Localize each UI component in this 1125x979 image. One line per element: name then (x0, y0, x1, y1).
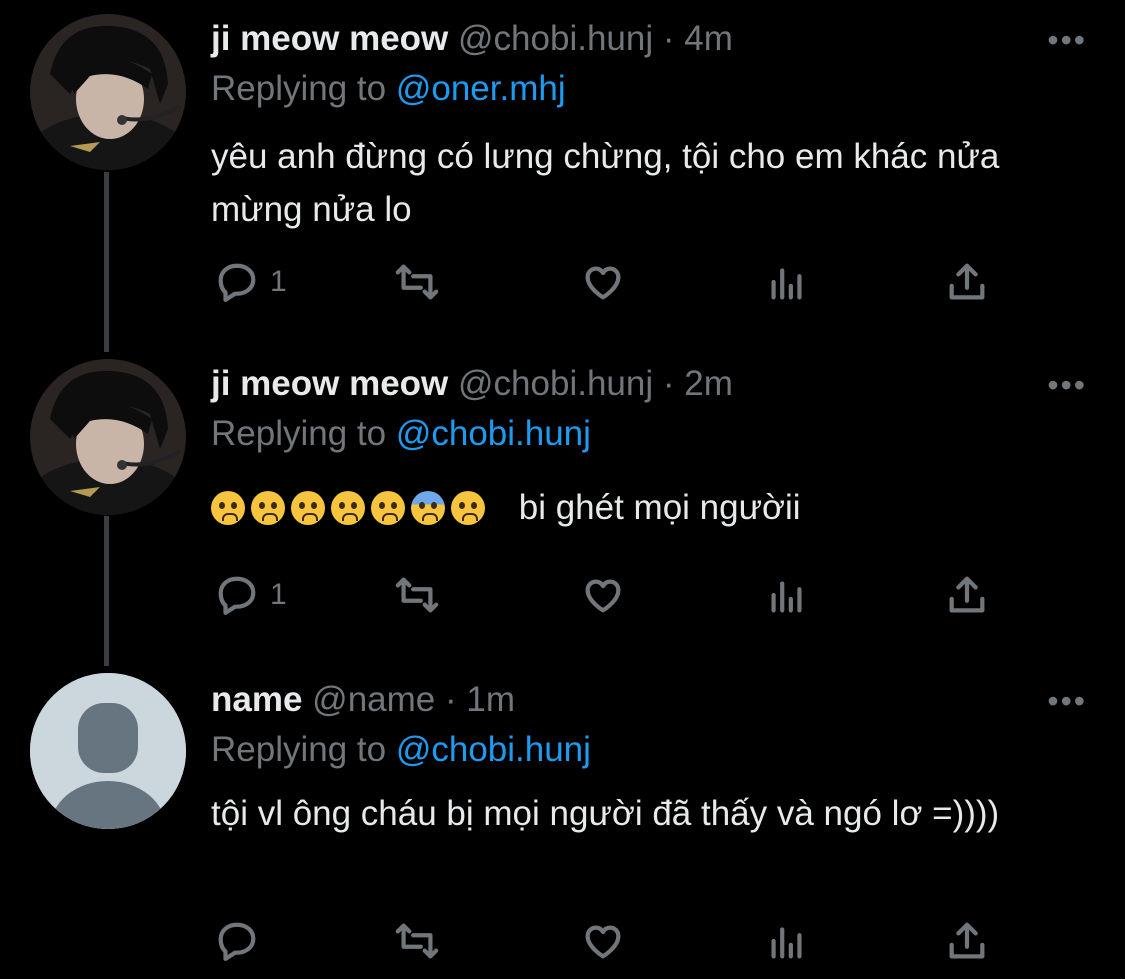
reply-button[interactable] (214, 917, 260, 965)
pleading-face-icon (251, 491, 285, 525)
replying-to-mention[interactable]: @chobi.hunj (396, 414, 591, 453)
separator-dot: · (662, 19, 675, 58)
share-icon (949, 922, 985, 959)
action-bar: 1 (214, 571, 1004, 619)
replying-to-mention[interactable]: @oner.mhj (396, 69, 566, 108)
default-avatar[interactable] (30, 673, 186, 829)
retweet-button[interactable] (394, 571, 440, 619)
tweet-text-row: bi ghét mọi ngườii (211, 481, 1091, 534)
tweet[interactable]: name @name · 1m ••• Replying to @chobi.h… (0, 665, 1125, 979)
separator-dot: · (445, 680, 457, 719)
reply-icon (218, 576, 256, 615)
display-name[interactable]: name (211, 680, 302, 719)
analytics-button[interactable] (764, 571, 810, 619)
reply-count: 1 (270, 578, 287, 611)
retweet-button[interactable] (394, 917, 440, 965)
display-name[interactable]: ji meow meow (211, 364, 448, 403)
action-bar: 1 (214, 258, 1004, 306)
retweet-icon (395, 577, 439, 613)
action-bar (214, 917, 1004, 965)
tweet-header: name @name · 1m (211, 679, 515, 721)
replying-to: Replying to @oner.mhj (211, 68, 566, 110)
tweet[interactable]: ji meow meow @chobi.hunj · 2m ••• Replyi… (0, 345, 1125, 665)
heart-icon (585, 579, 621, 613)
share-button[interactable] (944, 571, 990, 619)
reply-button[interactable]: 1 (214, 258, 287, 306)
timestamp[interactable]: 1m (466, 680, 515, 719)
analytics-button[interactable] (764, 917, 810, 965)
tweet-header: ji meow meow @chobi.hunj · 2m (211, 363, 733, 405)
timestamp[interactable]: 2m (684, 364, 733, 403)
timestamp[interactable]: 4m (684, 19, 733, 58)
display-name[interactable]: ji meow meow (211, 19, 448, 58)
replying-to-label: Replying to (211, 730, 396, 769)
like-button[interactable] (580, 917, 626, 965)
user-handle[interactable]: @chobi.hunj (458, 364, 653, 403)
share-button[interactable] (944, 258, 990, 306)
tweet-header: ji meow meow @chobi.hunj · 4m (211, 18, 733, 60)
share-icon (949, 263, 985, 300)
analytics-button[interactable] (764, 258, 810, 306)
disappointed-relieved-face-icon (371, 491, 405, 525)
tweet-text: bi ghét mọi ngườii (518, 488, 801, 527)
reply-icon (218, 922, 256, 961)
replying-to-label: Replying to (211, 414, 396, 453)
sad-tear-face-icon (331, 491, 365, 525)
reply-button[interactable]: 1 (214, 571, 287, 619)
crying-face-icon (291, 491, 325, 525)
separator-dot: · (662, 364, 675, 403)
replying-to-mention[interactable]: @chobi.hunj (396, 730, 591, 769)
replying-to-label: Replying to (211, 69, 396, 108)
avatar[interactable] (30, 359, 186, 515)
retweet-button[interactable] (394, 258, 440, 306)
user-handle[interactable]: @name (312, 680, 435, 719)
retweet-icon (395, 923, 439, 959)
pleading-face-icon (211, 491, 245, 525)
tweet-text: tội vl ông cháu bị mọi người đã thấy và … (211, 794, 1000, 833)
replying-to: Replying to @chobi.hunj (211, 413, 591, 455)
replying-to: Replying to @chobi.hunj (211, 729, 591, 771)
heart-icon (585, 925, 621, 959)
emoji-row (211, 488, 501, 527)
more-options-icon[interactable]: ••• (1047, 685, 1087, 717)
loudly-crying-face-icon (451, 491, 485, 525)
tweet[interactable]: ji meow meow @chobi.hunj · 4m ••• Replyi… (0, 0, 1125, 345)
heart-icon (585, 266, 621, 300)
reply-icon (218, 263, 256, 302)
reply-count: 1 (270, 265, 287, 298)
like-button[interactable] (580, 571, 626, 619)
share-icon (949, 576, 985, 613)
like-button[interactable] (580, 258, 626, 306)
anxious-sweat-face-icon (411, 491, 445, 525)
more-options-icon[interactable]: ••• (1047, 24, 1087, 56)
retweet-icon (395, 264, 439, 300)
analytics-icon (771, 268, 802, 300)
user-handle[interactable]: @chobi.hunj (458, 19, 653, 58)
default-user-icon (30, 673, 186, 829)
tweet-text: yêu anh đừng có lưng chừng, tội cho em k… (211, 137, 1000, 229)
avatar[interactable] (30, 14, 186, 170)
share-button[interactable] (944, 917, 990, 965)
more-options-icon[interactable]: ••• (1047, 369, 1087, 401)
analytics-icon (771, 581, 802, 613)
analytics-icon (771, 927, 802, 959)
